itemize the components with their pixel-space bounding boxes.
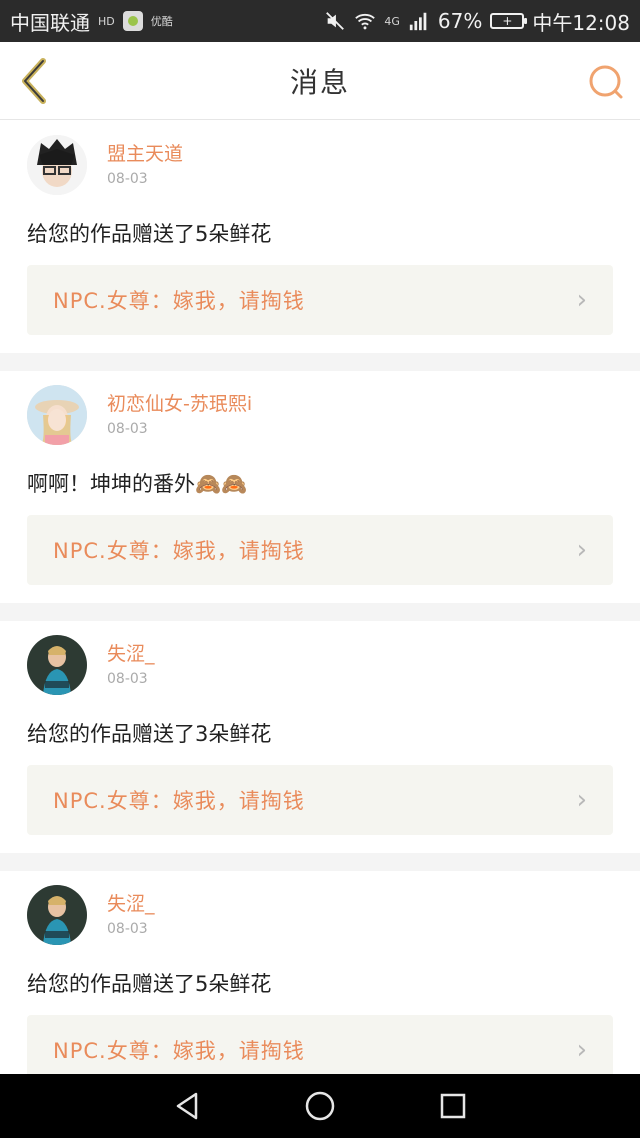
nav-back-button[interactable] <box>167 1086 207 1126</box>
avatar[interactable] <box>27 635 87 695</box>
chevron-right-icon: › <box>576 535 587 565</box>
carrier-name: 中国联通 <box>10 10 90 35</box>
avatar-photo-dark <box>27 635 87 695</box>
system-nav-bar <box>0 1074 640 1138</box>
wifi-icon <box>355 13 376 30</box>
notification-card: 初恋仙女-苏珉熙i 08-03 啊啊！坤坤的番外🙈🙈 NPC.女尊：嫁我，请掏钱… <box>0 371 640 603</box>
app-notification-label: 优酷 <box>150 15 173 28</box>
notification-card: 盟主天道 08-03 给您的作品赠送了5朵鲜花 NPC.女尊：嫁我，请掏钱 › <box>0 121 640 353</box>
nav-home-button[interactable] <box>300 1086 340 1126</box>
timestamp: 08-03 <box>107 421 148 437</box>
page-title: 消息 <box>289 65 350 99</box>
battery-icon: + <box>490 13 528 29</box>
app-header: 消息 <box>0 42 640 120</box>
quoted-work-link[interactable]: NPC.女尊：嫁我，请掏钱 › <box>27 265 613 335</box>
username[interactable]: 盟主天道 <box>107 141 183 167</box>
message-text: 给您的作品赠送了3朵鲜花 <box>27 722 272 746</box>
network-type-label: 4G <box>384 14 400 28</box>
timestamp: 08-03 <box>107 171 148 187</box>
avatar-girl-hat <box>27 385 87 445</box>
avatar[interactable] <box>27 885 87 945</box>
battery-percent: 67% <box>437 9 483 33</box>
quoted-work-link[interactable]: NPC.女尊：嫁我，请掏钱 › <box>27 1015 613 1074</box>
avatar-photo-dark <box>27 885 87 945</box>
quoted-work-title: NPC.女尊：嫁我，请掏钱 <box>53 289 305 313</box>
timestamp: 08-03 <box>107 671 148 687</box>
search-button[interactable] <box>586 62 626 102</box>
avatar[interactable] <box>27 135 87 195</box>
notification-card: 失涩_ 08-03 给您的作品赠送了3朵鲜花 NPC.女尊：嫁我，请掏钱 › <box>0 621 640 853</box>
back-triangle-icon <box>176 1092 197 1120</box>
home-circle-icon <box>305 1091 335 1121</box>
message-feed[interactable]: 盟主天道 08-03 给您的作品赠送了5朵鲜花 NPC.女尊：嫁我，请掏钱 › <box>0 121 640 1074</box>
username[interactable]: 失涩_ <box>107 891 155 917</box>
recent-square-icon <box>441 1093 466 1119</box>
chevron-left-icon <box>22 58 46 104</box>
message-text: 给您的作品赠送了5朵鲜花 <box>27 972 272 996</box>
chevron-right-icon: › <box>576 285 587 315</box>
status-bar: 中国联通 HD 优酷 4G 67% + 中午12:08 <box>0 0 640 42</box>
carrier-hd-label: HD <box>98 14 115 28</box>
quoted-work-title: NPC.女尊：嫁我，请掏钱 <box>53 1039 305 1063</box>
quoted-work-title: NPC.女尊：嫁我，请掏钱 <box>53 789 305 813</box>
message-text: 给您的作品赠送了5朵鲜花 <box>27 222 272 246</box>
chevron-right-icon: › <box>576 1035 587 1065</box>
nav-recent-button[interactable] <box>433 1086 473 1126</box>
quoted-work-link[interactable]: NPC.女尊：嫁我，请掏钱 › <box>27 515 613 585</box>
signal-icon <box>409 12 427 31</box>
quoted-work-link[interactable]: NPC.女尊：嫁我，请掏钱 › <box>27 765 613 835</box>
search-icon <box>589 65 623 99</box>
back-button[interactable] <box>14 56 54 106</box>
username[interactable]: 失涩_ <box>107 641 155 667</box>
chevron-right-icon: › <box>576 785 587 815</box>
clock: 中午12:08 <box>532 10 630 35</box>
notification-card: 失涩_ 08-03 给您的作品赠送了5朵鲜花 NPC.女尊：嫁我，请掏钱 › <box>0 871 640 1074</box>
app-notification-icon <box>122 11 143 31</box>
username[interactable]: 初恋仙女-苏珉熙i <box>107 391 252 417</box>
avatar-anime-glasses <box>27 135 87 195</box>
message-text: 啊啊！坤坤的番外🙈🙈 <box>27 472 248 496</box>
avatar[interactable] <box>27 385 87 445</box>
mute-icon <box>326 12 345 30</box>
timestamp: 08-03 <box>107 921 148 937</box>
quoted-work-title: NPC.女尊：嫁我，请掏钱 <box>53 539 305 563</box>
